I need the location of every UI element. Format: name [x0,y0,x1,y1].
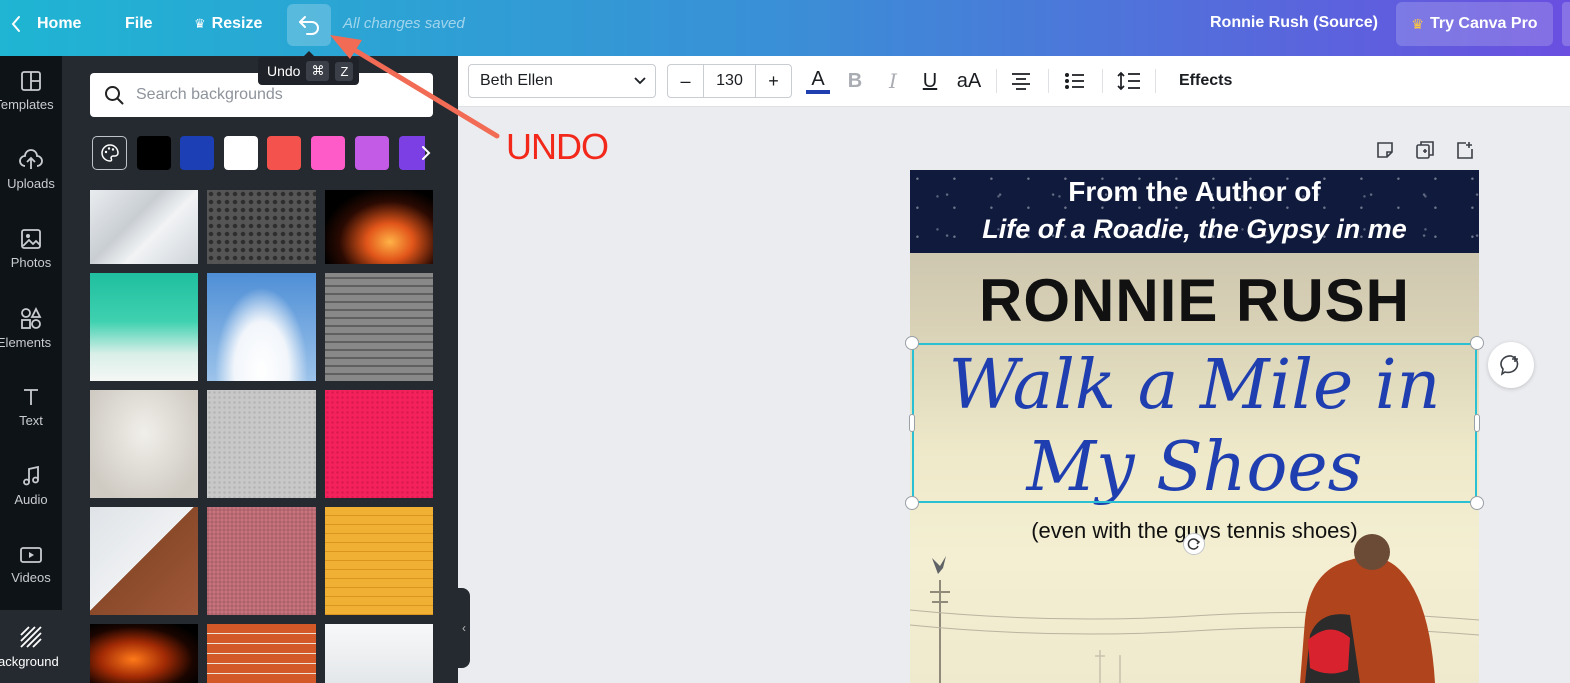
annotation-arrow [330,35,500,139]
